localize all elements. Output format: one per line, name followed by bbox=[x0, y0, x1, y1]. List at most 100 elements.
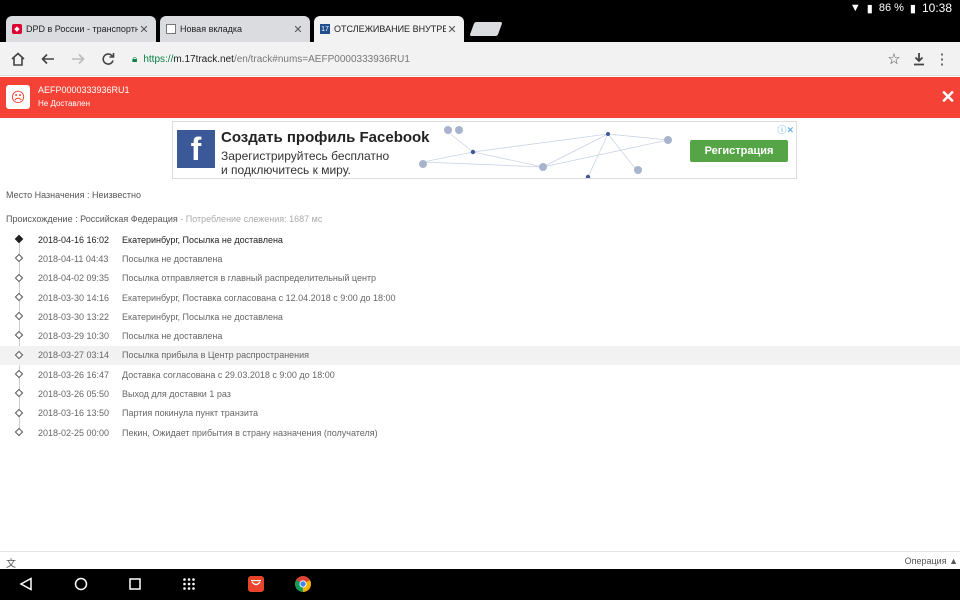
tracking-timeline: 2018-04-16 16:02 Екатеринбург, Посылка не… bbox=[0, 230, 960, 442]
timeline-dot bbox=[14, 350, 24, 360]
event-date: 2018-04-16 16:02 bbox=[38, 234, 110, 245]
timeline-event: 2018-04-11 04:43 Посылка не доставлена bbox=[0, 249, 960, 268]
event-description: Посылка прибыла в Центр распространения bbox=[122, 350, 310, 361]
event-description: Партия покинула пункт транзита bbox=[122, 408, 258, 419]
delivery-status: Не Доставлен bbox=[38, 99, 91, 108]
tab-new-tab[interactable]: Новая вкладка ✕ bbox=[160, 16, 310, 42]
facebook-logo-icon: f bbox=[177, 130, 215, 168]
timeline-event: 2018-03-29 10:30 Посылка не доставлена bbox=[0, 326, 960, 345]
tracking-consumption: - Потребление слежения: 1687 мс bbox=[177, 214, 323, 224]
timeline-dot bbox=[14, 331, 24, 340]
timeline-event: 2018-03-16 13:50 Партия покинула пункт тр… bbox=[0, 404, 960, 423]
ad-text-line-2: и подключитесь к миру. bbox=[221, 163, 351, 177]
tab-dpd[interactable]: ◆ DPD в России - транспортная ко ✕ bbox=[6, 16, 156, 42]
event-date: 2018-03-29 10:30 bbox=[38, 331, 110, 342]
tab-17track[interactable]: 17 ОТСЛЕЖИВАНИЕ ВНУТРЕННЕГО ✕ bbox=[314, 16, 464, 42]
event-description: Посылка не доставлена bbox=[122, 331, 223, 342]
event-date: 2018-03-30 14:16 bbox=[38, 292, 110, 303]
ad-text-line-1: Зарегистрируйтесь бесплатно bbox=[221, 149, 390, 163]
nav-recents-icon[interactable] bbox=[127, 576, 143, 592]
timeline-dot bbox=[14, 254, 24, 263]
home-icon[interactable] bbox=[8, 49, 28, 69]
clock: 10:38 bbox=[921, 1, 952, 15]
event-date: 2018-04-11 04:43 bbox=[38, 253, 109, 264]
timeline-event: 2018-03-26 16:47 Доставка согласована с 2… bbox=[0, 365, 960, 384]
android-status-bar: ▼ ▮ 86 % ▮ 10:38 bbox=[0, 0, 960, 16]
timeline-dot bbox=[14, 408, 24, 417]
signal-icon: ▮ bbox=[866, 2, 873, 15]
nav-back-icon[interactable] bbox=[18, 576, 34, 592]
tab-title: DPD в России - транспортная ко bbox=[26, 24, 138, 34]
close-tab-icon[interactable]: ✕ bbox=[446, 23, 458, 36]
back-icon[interactable] bbox=[38, 49, 58, 69]
android-navigation-bar bbox=[0, 569, 960, 600]
event-description: Выход для доставки 1 раз bbox=[122, 389, 231, 400]
wifi-icon: ▼ bbox=[849, 2, 861, 14]
dpd-icon: ◆ bbox=[12, 24, 22, 34]
app-drawer-icon[interactable] bbox=[181, 576, 197, 592]
event-date: 2018-02-25 00:00 bbox=[38, 427, 110, 438]
new-tab-button[interactable] bbox=[469, 22, 503, 36]
network-illustration bbox=[419, 126, 672, 178]
sad-face-icon: ☹ bbox=[6, 85, 30, 109]
battery-icon: ▮ bbox=[909, 2, 916, 15]
event-description: Екатеринбург, Поставка согласована с 12.… bbox=[122, 292, 396, 303]
page-icon bbox=[166, 24, 176, 34]
download-icon[interactable] bbox=[909, 49, 929, 69]
destination-line: Место Назначения : Неизвестно bbox=[6, 190, 141, 200]
close-icon[interactable]: ✕ bbox=[938, 87, 958, 107]
event-date: 2018-04-02 09:35 bbox=[38, 273, 110, 284]
timeline-event: 2018-02-25 00:00 Пекин, Ожидает прибытия … bbox=[0, 423, 960, 442]
battery-level: 86 % bbox=[878, 2, 904, 14]
timeline-dot bbox=[14, 234, 24, 244]
adchoices-icon[interactable]: ⓘ✕ bbox=[777, 123, 794, 136]
tracking-number: AEFP0000333936RU1 bbox=[38, 85, 130, 95]
timeline-dot bbox=[14, 292, 24, 302]
tab-strip: ◆ DPD в России - транспортная ко ✕ Новая… bbox=[0, 16, 960, 42]
reload-icon[interactable] bbox=[98, 49, 118, 69]
close-tab-icon[interactable]: ✕ bbox=[292, 23, 304, 36]
url-scheme: https:// bbox=[143, 53, 174, 65]
event-date: 2018-03-30 13:22 bbox=[38, 311, 110, 322]
translate-icon[interactable]: 文 bbox=[6, 555, 16, 570]
event-description: Пекин, Ожидает прибытия в страну назначе… bbox=[122, 427, 378, 438]
timeline-event: 2018-03-26 05:50 Выход для доставки 1 раз bbox=[0, 384, 960, 403]
menu-icon[interactable]: ⋮ bbox=[932, 49, 952, 69]
timeline-dot bbox=[14, 427, 24, 437]
event-date: 2018-03-27 03:14 bbox=[38, 350, 110, 361]
browser-toolbar: 🔒︎ https://m.17track.net/en/track#nums=A… bbox=[0, 42, 960, 76]
forward-icon[interactable] bbox=[68, 49, 88, 69]
event-date: 2018-03-26 16:47 bbox=[38, 369, 110, 380]
timeline-dot bbox=[14, 273, 24, 282]
address-bar[interactable]: 🔒︎ https://m.17track.net/en/track#nums=A… bbox=[126, 47, 906, 71]
page-footer: 文 Операция ▲ bbox=[0, 551, 960, 570]
nav-home-icon[interactable] bbox=[73, 576, 89, 592]
aliexpress-app-icon[interactable] bbox=[248, 576, 264, 592]
event-date: 2018-03-26 05:50 bbox=[38, 389, 110, 400]
url-host: m.17track.net bbox=[173, 53, 234, 65]
timeline-event: 2018-03-30 14:16 Екатеринбург, Поставка с… bbox=[0, 288, 960, 307]
url-path: /en/track#nums=AEFP0000333936RU1 bbox=[233, 53, 410, 65]
event-date: 2018-03-16 13:50 bbox=[38, 408, 110, 419]
timeline-event: 2018-04-16 16:02 Екатеринбург, Посылка не… bbox=[0, 230, 960, 249]
event-description: Посылка отправляется в главный распредел… bbox=[122, 273, 377, 284]
timeline-event: 2018-04-02 09:35 Посылка отправляется в г… bbox=[0, 269, 960, 288]
bookmark-star-icon[interactable]: ☆ bbox=[884, 49, 904, 69]
timeline-dot bbox=[14, 369, 24, 379]
close-tab-icon[interactable]: ✕ bbox=[138, 23, 150, 36]
event-description: Доставка согласована с 29.03.2018 с 9:00… bbox=[122, 369, 335, 380]
register-button[interactable]: Регистрация bbox=[690, 140, 788, 162]
ad-headline: Создать профиль Facebook bbox=[221, 129, 430, 146]
tab-title: ОТСЛЕЖИВАНИЕ ВНУТРЕННЕГО bbox=[334, 24, 446, 34]
origin-line: Происхождение : Российская Федерация - П… bbox=[6, 214, 322, 224]
facebook-ad[interactable]: f Создать профиль Facebook Зарегистрируй… bbox=[172, 121, 797, 179]
17track-icon: 17 bbox=[320, 24, 330, 34]
timeline-dot bbox=[14, 311, 24, 321]
tab-title: Новая вкладка bbox=[180, 24, 243, 34]
event-description: Екатеринбург, Посылка не доставлена bbox=[122, 234, 283, 245]
timeline-event: 2018-03-30 13:22 Екатеринбург, Посылка не… bbox=[0, 307, 960, 326]
tracking-status-banner: ☹ AEFP0000333936RU1 Не Доставлен ✕ bbox=[0, 77, 960, 118]
operations-toggle[interactable]: Операция ▲ bbox=[905, 556, 958, 566]
timeline-event: 2018-03-27 03:14 Посылка прибыла в Центр … bbox=[0, 345, 960, 366]
chrome-app-icon[interactable] bbox=[295, 576, 311, 592]
